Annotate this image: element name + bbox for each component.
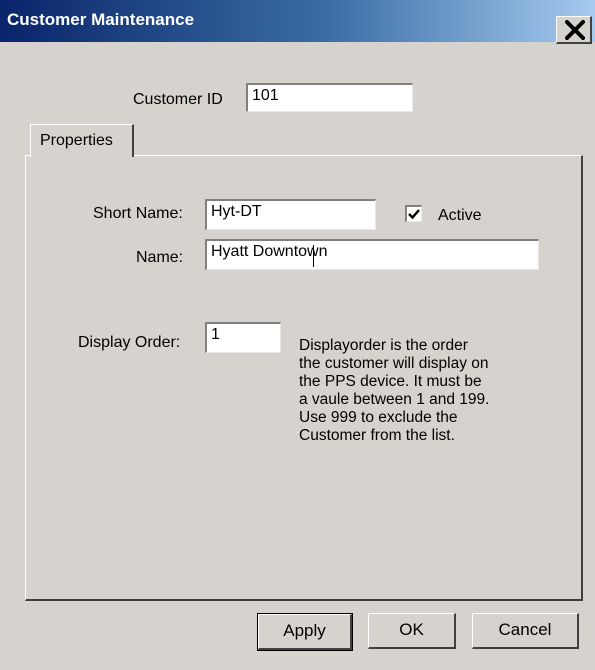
active-label: Active (438, 207, 482, 224)
help-line: Customer from the list. (299, 427, 455, 444)
name-field[interactable]: Hyatt Downtown (205, 239, 539, 270)
help-line: the customer will display on (299, 355, 489, 372)
ok-button[interactable]: OK (368, 613, 456, 649)
tab-properties[interactable]: Properties (30, 124, 134, 157)
help-line: the PPS device. It must be (299, 373, 482, 390)
short-name-field[interactable]: Hyt-DT (205, 199, 376, 230)
active-checkbox[interactable] (405, 205, 422, 222)
help-line: a vaule between 1 and 199. (299, 391, 490, 408)
close-icon (565, 20, 585, 40)
help-line: Use 999 to exclude the (299, 409, 458, 426)
text-caret (313, 245, 314, 267)
display-order-label: Display Order: (78, 334, 181, 351)
apply-button[interactable]: Apply (257, 613, 353, 651)
name-label: Name: (136, 249, 184, 266)
display-order-field[interactable]: 1 (205, 322, 281, 353)
close-button[interactable] (556, 16, 592, 44)
cancel-button[interactable]: Cancel (472, 613, 579, 649)
display-order-help: Displayorder is the order the customer w… (299, 337, 539, 445)
customer-id-field[interactable]: 101 (246, 83, 413, 112)
help-line: Displayorder is the order (299, 337, 468, 354)
short-name-label: Short Name: (93, 205, 183, 222)
window-title: Customer Maintenance (7, 10, 195, 29)
check-icon (408, 209, 420, 220)
customer-id-label: Customer ID (133, 91, 223, 108)
title-bar[interactable]: Customer Maintenance (0, 0, 595, 42)
